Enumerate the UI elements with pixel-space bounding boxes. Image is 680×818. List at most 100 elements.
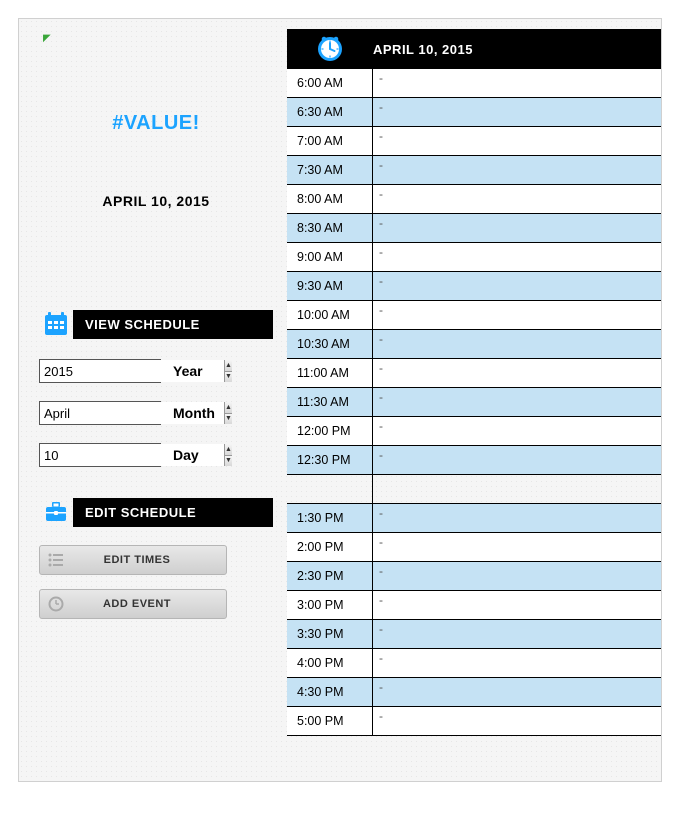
month-spinner[interactable]: ▲ ▼ [39, 401, 161, 425]
schedule-row[interactable]: 7:00 AM- [287, 127, 661, 156]
schedule-row[interactable]: 3:00 PM- [287, 591, 661, 620]
time-cell: 6:00 AM [287, 69, 373, 97]
event-cell[interactable]: - [373, 417, 661, 445]
year-down-button[interactable]: ▼ [225, 372, 232, 383]
day-up-button[interactable]: ▲ [225, 444, 232, 456]
time-cell: 1:30 PM [287, 504, 373, 532]
edit-schedule-label: EDIT SCHEDULE [73, 498, 273, 527]
event-cell[interactable]: - [373, 127, 661, 155]
month-up-button[interactable]: ▲ [225, 402, 232, 414]
schedule-row[interactable]: 8:00 AM- [287, 185, 661, 214]
left-panel: ◤ #VALUE! APRIL 10, 2015 VIEW SCHEDULE [19, 19, 287, 781]
event-cell[interactable]: - [373, 707, 661, 735]
schedule-row[interactable]: 10:30 AM- [287, 330, 661, 359]
schedule-header: APRIL 10, 2015 [287, 29, 661, 69]
time-cell: 3:30 PM [287, 620, 373, 648]
schedule-row[interactable]: 5:00 PM- [287, 707, 661, 736]
edit-times-button[interactable]: EDIT TIMES [39, 545, 227, 575]
schedule-row[interactable] [287, 475, 661, 504]
schedule-row[interactable]: 3:30 PM- [287, 620, 661, 649]
month-down-button[interactable]: ▼ [225, 414, 232, 425]
schedule-row[interactable]: 9:00 AM- [287, 243, 661, 272]
event-cell[interactable]: - [373, 591, 661, 619]
time-cell: 9:00 AM [287, 243, 373, 271]
event-cell[interactable]: - [373, 678, 661, 706]
view-schedule-header: VIEW SCHEDULE [39, 307, 273, 341]
time-cell: 11:00 AM [287, 359, 373, 387]
event-cell[interactable]: - [373, 504, 661, 532]
app-frame: ◤ #VALUE! APRIL 10, 2015 VIEW SCHEDULE [18, 18, 662, 782]
time-cell: 2:00 PM [287, 533, 373, 561]
time-cell: 4:00 PM [287, 649, 373, 677]
event-cell[interactable]: - [373, 272, 661, 300]
event-cell[interactable]: - [373, 330, 661, 358]
event-cell[interactable]: - [373, 562, 661, 590]
event-cell[interactable]: - [373, 446, 661, 474]
time-cell: 12:30 PM [287, 446, 373, 474]
event-cell[interactable]: - [373, 620, 661, 648]
value-error-label: #VALUE! [39, 112, 273, 135]
day-field-row: ▲ ▼ Day [39, 443, 273, 467]
schedule-row[interactable]: 11:00 AM- [287, 359, 661, 388]
day-spinner[interactable]: ▲ ▼ [39, 443, 161, 467]
view-schedule-label: VIEW SCHEDULE [73, 310, 273, 339]
clock-small-icon [40, 596, 72, 612]
event-cell[interactable]: - [373, 214, 661, 242]
event-cell[interactable]: - [373, 301, 661, 329]
time-cell: 9:30 AM [287, 272, 373, 300]
schedule-row[interactable]: 12:30 PM- [287, 446, 661, 475]
time-cell: 3:00 PM [287, 591, 373, 619]
schedule-row[interactable]: 9:30 AM- [287, 272, 661, 301]
day-down-button[interactable]: ▼ [225, 456, 232, 467]
time-cell: 10:00 AM [287, 301, 373, 329]
schedule-row[interactable]: 4:30 PM- [287, 678, 661, 707]
briefcase-icon [39, 495, 73, 529]
cell-indicator: ◤ [43, 33, 273, 44]
time-cell: 6:30 AM [287, 98, 373, 126]
selected-date-label: APRIL 10, 2015 [39, 193, 273, 209]
year-up-button[interactable]: ▲ [225, 360, 232, 372]
clock-icon [287, 34, 373, 64]
event-cell[interactable]: - [373, 69, 661, 97]
calendar-icon [39, 307, 73, 341]
month-field-row: ▲ ▼ Month [39, 401, 273, 425]
schedule-row[interactable]: 1:30 PM- [287, 504, 661, 533]
schedule-date-header: APRIL 10, 2015 [373, 42, 473, 57]
time-cell: 12:00 PM [287, 417, 373, 445]
schedule-row[interactable]: 6:30 AM- [287, 98, 661, 127]
event-cell[interactable]: - [373, 649, 661, 677]
time-cell: 10:30 AM [287, 330, 373, 358]
time-cell: 5:00 PM [287, 707, 373, 735]
add-event-button[interactable]: ADD EVENT [39, 589, 227, 619]
schedule-row[interactable]: 11:30 AM- [287, 388, 661, 417]
event-cell[interactable]: - [373, 98, 661, 126]
year-spinner[interactable]: ▲ ▼ [39, 359, 161, 383]
schedule-row[interactable]: 4:00 PM- [287, 649, 661, 678]
schedule-row[interactable]: 6:00 AM- [287, 69, 661, 98]
edit-times-label: EDIT TIMES [72, 554, 226, 566]
add-event-label: ADD EVENT [72, 598, 226, 610]
schedule-row[interactable]: 8:30 AM- [287, 214, 661, 243]
time-cell: 8:00 AM [287, 185, 373, 213]
time-cell: 11:30 AM [287, 388, 373, 416]
schedule-row[interactable]: 12:00 PM- [287, 417, 661, 446]
schedule-row[interactable]: 2:30 PM- [287, 562, 661, 591]
day-label: Day [173, 447, 199, 463]
schedule-row[interactable]: 2:00 PM- [287, 533, 661, 562]
event-cell[interactable] [373, 475, 661, 503]
event-cell[interactable]: - [373, 243, 661, 271]
month-label: Month [173, 405, 215, 421]
year-label: Year [173, 363, 203, 379]
schedule-table: 6:00 AM-6:30 AM-7:00 AM-7:30 AM-8:00 AM-… [287, 69, 661, 736]
event-cell[interactable]: - [373, 156, 661, 184]
schedule-row[interactable]: 10:00 AM- [287, 301, 661, 330]
time-cell: 2:30 PM [287, 562, 373, 590]
schedule-panel: APRIL 10, 2015 6:00 AM-6:30 AM-7:00 AM-7… [287, 19, 661, 781]
event-cell[interactable]: - [373, 388, 661, 416]
event-cell[interactable]: - [373, 359, 661, 387]
list-icon [40, 553, 72, 567]
event-cell[interactable]: - [373, 533, 661, 561]
schedule-row[interactable]: 7:30 AM- [287, 156, 661, 185]
time-cell: 7:00 AM [287, 127, 373, 155]
event-cell[interactable]: - [373, 185, 661, 213]
